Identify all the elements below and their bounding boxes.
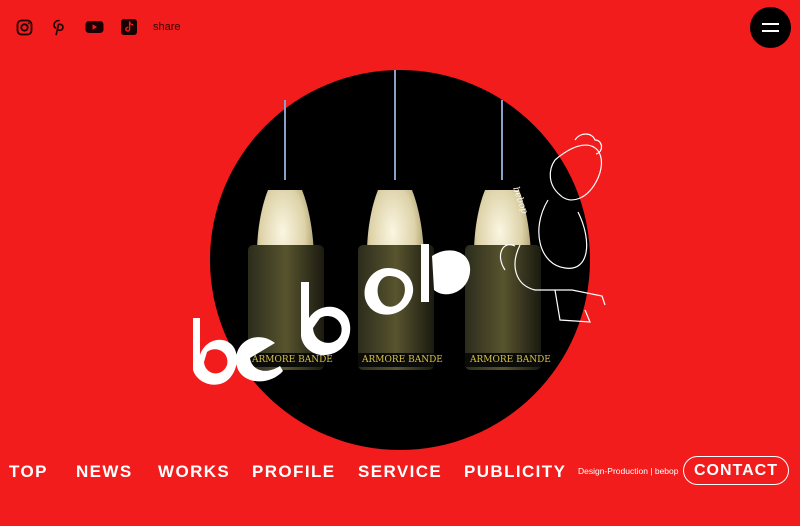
- menu-button[interactable]: [750, 7, 791, 48]
- tiktok-icon[interactable]: [119, 17, 139, 37]
- main-nav: TOP NEWS WORKS PROFILE SERVICE PUBLICITY: [0, 459, 800, 485]
- share-link[interactable]: share: [153, 21, 181, 33]
- nav-item-top[interactable]: TOP: [9, 462, 48, 482]
- social-links: share: [14, 17, 181, 37]
- menu-line: [762, 23, 779, 25]
- nav-item-profile[interactable]: PROFILE: [252, 462, 335, 482]
- contact-button[interactable]: CONTACT: [683, 456, 789, 485]
- nav-item-publicity[interactable]: PUBLICITY: [464, 462, 566, 482]
- nav-item-works[interactable]: WORKS: [158, 462, 230, 482]
- hero-image: [210, 70, 590, 450]
- nav-item-service[interactable]: SERVICE: [358, 462, 442, 482]
- menu-line: [762, 30, 779, 32]
- tagline: Design-Production | bebop: [578, 466, 679, 476]
- nav-item-news[interactable]: NEWS: [76, 462, 133, 482]
- hero-circle: [210, 70, 590, 450]
- instagram-icon[interactable]: [14, 17, 34, 37]
- youtube-icon[interactable]: [84, 17, 104, 37]
- pinterest-icon[interactable]: [49, 17, 69, 37]
